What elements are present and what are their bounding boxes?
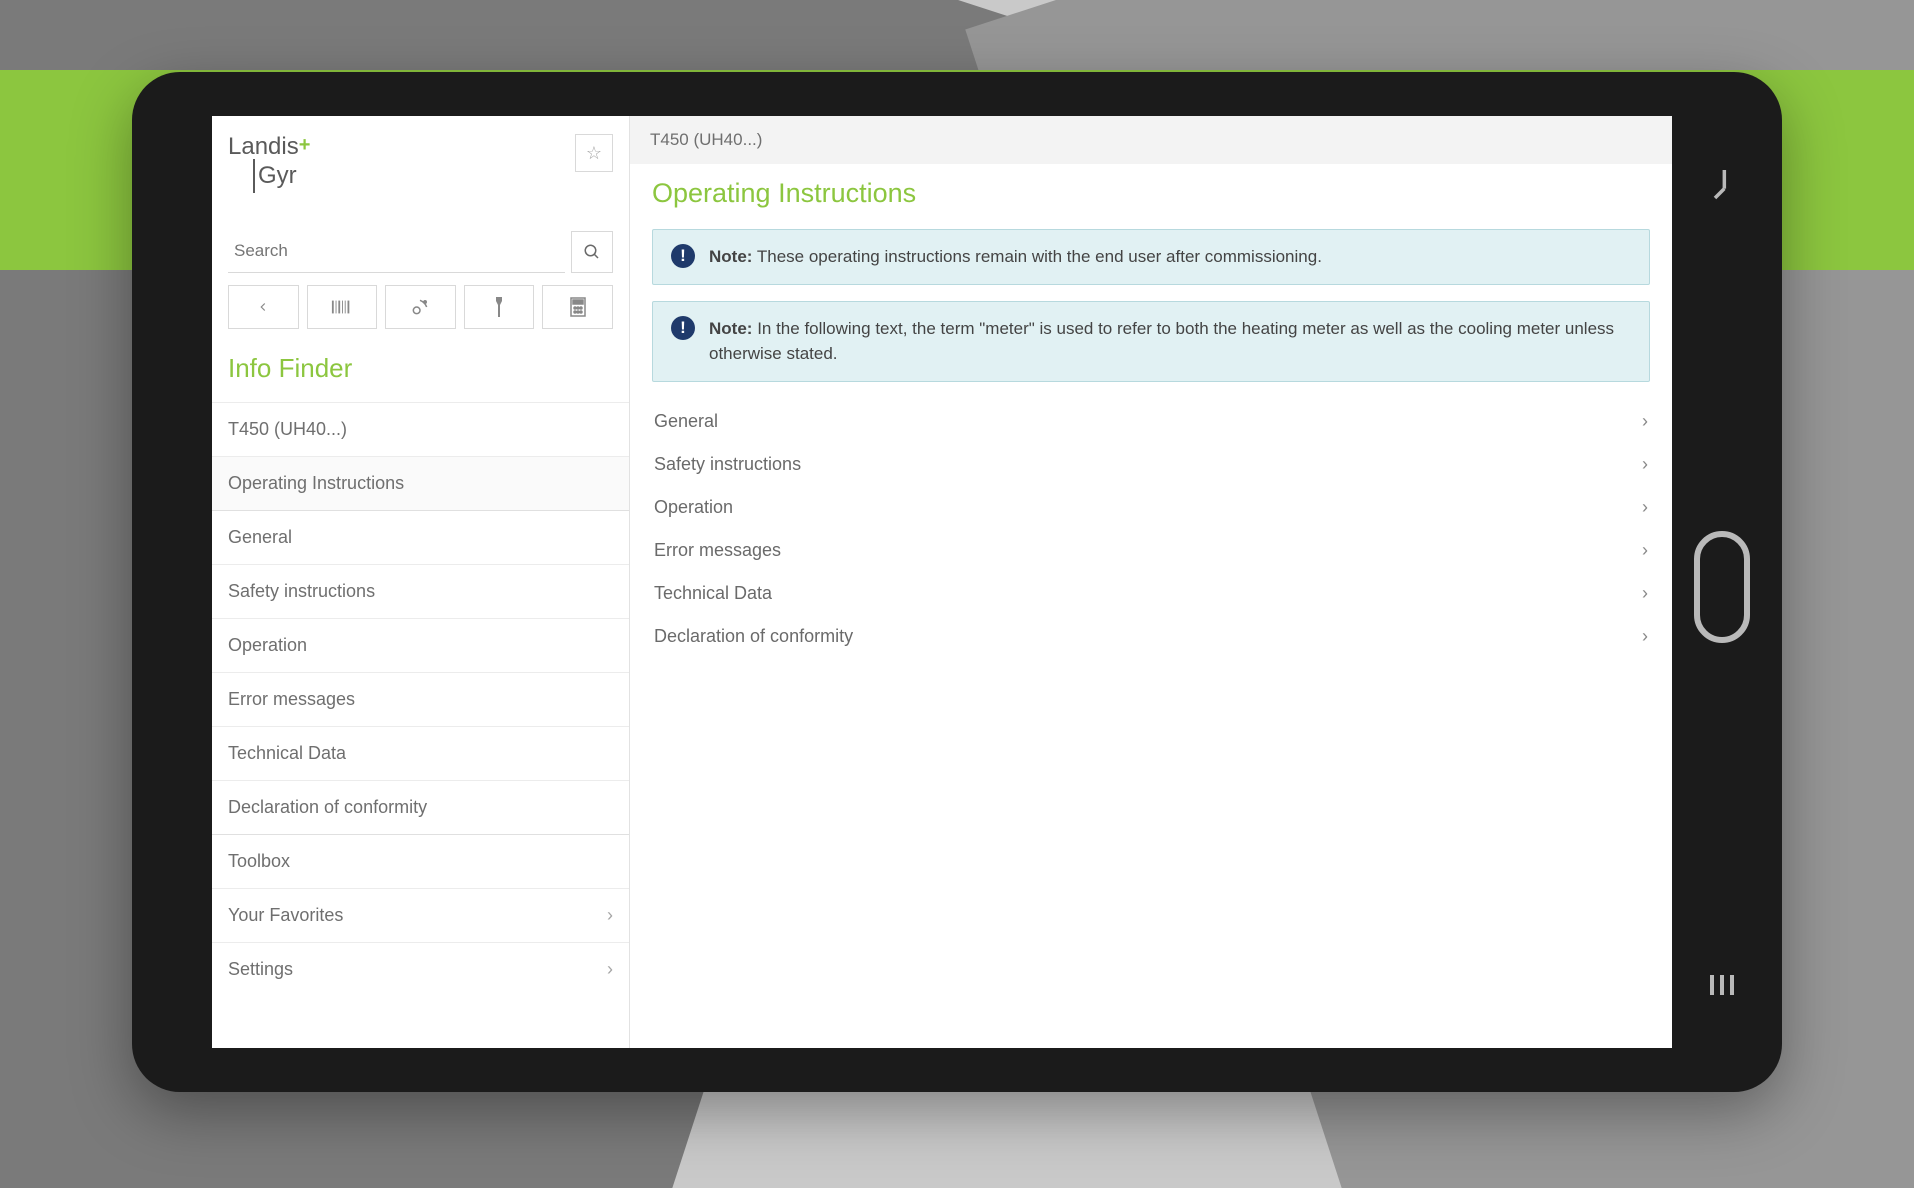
sidebar-title: Info Finder	[212, 347, 629, 402]
barcode-icon	[331, 299, 353, 315]
link-declaration[interactable]: Declaration of conformity›	[652, 615, 1650, 658]
star-icon: ☆	[586, 143, 602, 164]
chevron-left-icon	[256, 300, 270, 314]
satellite-button[interactable]	[385, 285, 456, 329]
app-screen: Landis+ Gyr ☆	[212, 116, 1672, 1048]
note-2: ! Note: In the following text, the term …	[652, 301, 1650, 382]
nav-general[interactable]: General	[212, 510, 629, 564]
nav-toolbox[interactable]: Toolbox	[212, 834, 629, 888]
note-1-text: These operating instructions remain with…	[757, 247, 1322, 266]
favorite-button[interactable]: ☆	[575, 134, 613, 172]
back-button[interactable]	[228, 285, 299, 329]
nav-t450[interactable]: T450 (UH40...)	[212, 402, 629, 456]
tablet-recent-icon[interactable]	[1708, 973, 1736, 997]
nav-technical-data[interactable]: Technical Data	[212, 726, 629, 780]
link-operation[interactable]: Operation›	[652, 486, 1650, 529]
search-input[interactable]	[228, 231, 565, 273]
link-errors[interactable]: Error messages›	[652, 529, 1650, 572]
chevron-right-icon: ›	[607, 959, 613, 980]
chevron-right-icon: ›	[1642, 626, 1648, 647]
sidebar: Landis+ Gyr ☆	[212, 116, 630, 1048]
flashlight-button[interactable]	[464, 285, 535, 329]
note-1: ! Note: These operating instructions rem…	[652, 229, 1650, 285]
nav-safety[interactable]: Safety instructions	[212, 564, 629, 618]
tablet-home-button[interactable]	[1694, 531, 1750, 643]
note-label: Note:	[709, 247, 752, 266]
info-icon: !	[671, 316, 695, 340]
nav-error-messages[interactable]: Error messages	[212, 672, 629, 726]
note-2-text: In the following text, the term "meter" …	[709, 319, 1614, 364]
toolbar	[212, 273, 629, 347]
calculator-icon	[570, 297, 586, 317]
chevron-right-icon: ›	[1642, 583, 1648, 604]
link-safety[interactable]: Safety instructions›	[652, 443, 1650, 486]
info-icon: !	[671, 244, 695, 268]
brand-line1: Landis	[228, 133, 299, 160]
tablet-frame: Landis+ Gyr ☆	[132, 72, 1782, 1092]
tablet-hardware-buttons	[1692, 72, 1752, 1092]
chevron-right-icon: ›	[1642, 454, 1648, 475]
search-button[interactable]	[571, 231, 613, 273]
chevron-right-icon: ›	[1642, 497, 1648, 518]
link-general[interactable]: General›	[652, 400, 1650, 443]
page-title: Operating Instructions	[652, 178, 1650, 209]
link-technical-data[interactable]: Technical Data›	[652, 572, 1650, 615]
search-icon	[583, 243, 601, 261]
brand-line2: Gyr	[253, 159, 297, 193]
brand-logo: Landis+ Gyr	[228, 134, 310, 193]
chevron-right-icon: ›	[1642, 411, 1648, 432]
calculator-button[interactable]	[542, 285, 613, 329]
barcode-button[interactable]	[307, 285, 378, 329]
tablet-back-icon[interactable]	[1708, 167, 1736, 201]
note-label: Note:	[709, 319, 752, 338]
flashlight-icon	[493, 297, 505, 317]
satellite-icon	[410, 297, 430, 317]
nav-operation[interactable]: Operation	[212, 618, 629, 672]
chevron-right-icon: ›	[607, 905, 613, 926]
chevron-right-icon: ›	[1642, 540, 1648, 561]
nav-declaration[interactable]: Declaration of conformity	[212, 780, 629, 834]
main-panel: T450 (UH40...) Operating Instructions ! …	[630, 116, 1672, 1048]
nav-operating-instructions[interactable]: Operating Instructions	[212, 456, 629, 510]
breadcrumb[interactable]: T450 (UH40...)	[630, 116, 1672, 164]
section-links: General› Safety instructions› Operation›…	[652, 400, 1650, 658]
nav-favorites[interactable]: Your Favorites ›	[212, 888, 629, 942]
nav-settings[interactable]: Settings ›	[212, 942, 629, 996]
